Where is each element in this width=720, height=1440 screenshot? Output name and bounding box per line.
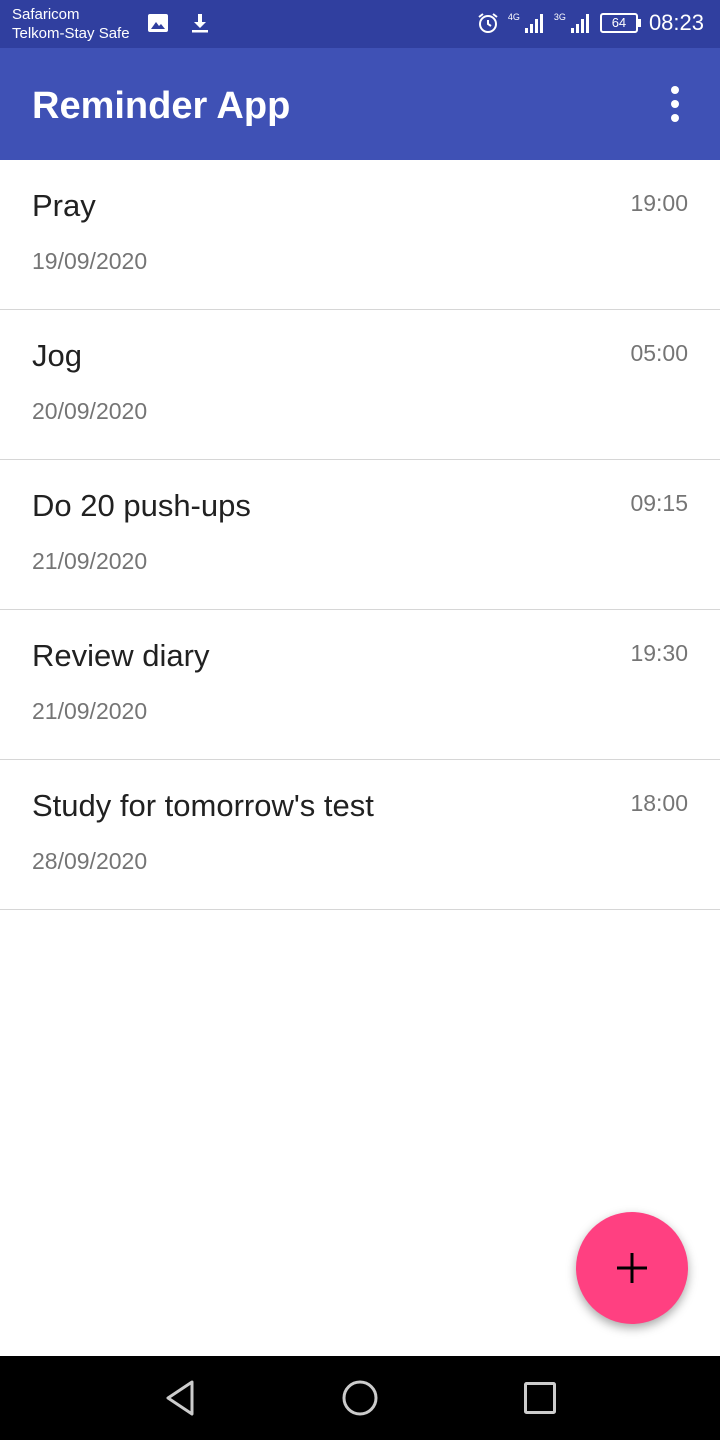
image-icon bbox=[148, 14, 168, 32]
reminder-time: 19:00 bbox=[630, 190, 688, 216]
plus-icon bbox=[617, 1253, 647, 1283]
reminder-time: 05:00 bbox=[630, 340, 688, 366]
clock: 08:23 bbox=[648, 10, 704, 35]
reminder-date: 28/09/2020 bbox=[32, 848, 148, 874]
home-icon bbox=[342, 1380, 378, 1416]
reminder-date: 19/09/2020 bbox=[32, 248, 148, 274]
reminder-title: Jog bbox=[32, 338, 82, 373]
reminder-item[interactable]: Do 20 push-ups 21/09/2020 09:15 bbox=[0, 460, 720, 610]
reminder-time: 09:15 bbox=[630, 490, 688, 516]
reminder-title: Do 20 push-ups bbox=[32, 488, 251, 523]
reminder-date: 21/09/2020 bbox=[32, 548, 148, 574]
carrier-2: Telkom-Stay Safe bbox=[12, 25, 130, 42]
app-title: Reminder App bbox=[32, 85, 291, 127]
reminder-title: Pray bbox=[32, 188, 96, 223]
alarm-icon bbox=[478, 13, 498, 33]
network-type-2: 3G bbox=[553, 12, 566, 22]
carrier-names: Safaricom Telkom-Stay Safe bbox=[12, 5, 130, 43]
battery-level: 64 bbox=[599, 13, 638, 33]
battery-icon: 64 bbox=[599, 13, 641, 33]
download-icon bbox=[192, 14, 208, 33]
back-button[interactable] bbox=[159, 1377, 201, 1419]
reminder-item[interactable]: Jog 20/09/2020 05:00 bbox=[0, 310, 720, 460]
home-button[interactable] bbox=[339, 1377, 381, 1419]
reminder-title: Study for tomorrow's test bbox=[32, 788, 374, 823]
reminder-item[interactable]: Study for tomorrow's test 28/09/2020 18:… bbox=[0, 760, 720, 910]
signal-icon bbox=[570, 14, 589, 33]
reminder-title: Review diary bbox=[32, 638, 210, 673]
reminder-date: 21/09/2020 bbox=[32, 698, 148, 724]
reminder-list: Pray 19/09/2020 19:00 Jog 20/09/2020 05:… bbox=[0, 160, 720, 910]
status-right: 4G 3G 64 08:23 bbox=[476, 10, 704, 36]
reminder-date: 20/09/2020 bbox=[32, 398, 148, 424]
recents-button[interactable] bbox=[519, 1377, 561, 1419]
notification-icons bbox=[146, 11, 212, 35]
carrier-1: Safaricom bbox=[12, 6, 80, 23]
network-type-1: 4G bbox=[507, 12, 520, 22]
reminder-item[interactable]: Review diary 21/09/2020 19:30 bbox=[0, 610, 720, 760]
reminder-time: 19:30 bbox=[630, 640, 688, 666]
more-vert-icon[interactable] bbox=[660, 86, 690, 122]
back-icon bbox=[166, 1380, 194, 1416]
navigation-bar bbox=[0, 1356, 720, 1440]
add-reminder-button[interactable] bbox=[576, 1212, 688, 1324]
reminder-time: 18:00 bbox=[630, 790, 688, 816]
reminder-item[interactable]: Pray 19/09/2020 19:00 bbox=[0, 160, 720, 310]
recents-icon bbox=[524, 1382, 556, 1414]
status-bar: Safaricom Telkom-Stay Safe 4G 3G 64 08:2… bbox=[0, 0, 720, 48]
signal-icon bbox=[524, 14, 543, 33]
app-bar: Reminder App bbox=[0, 48, 720, 160]
